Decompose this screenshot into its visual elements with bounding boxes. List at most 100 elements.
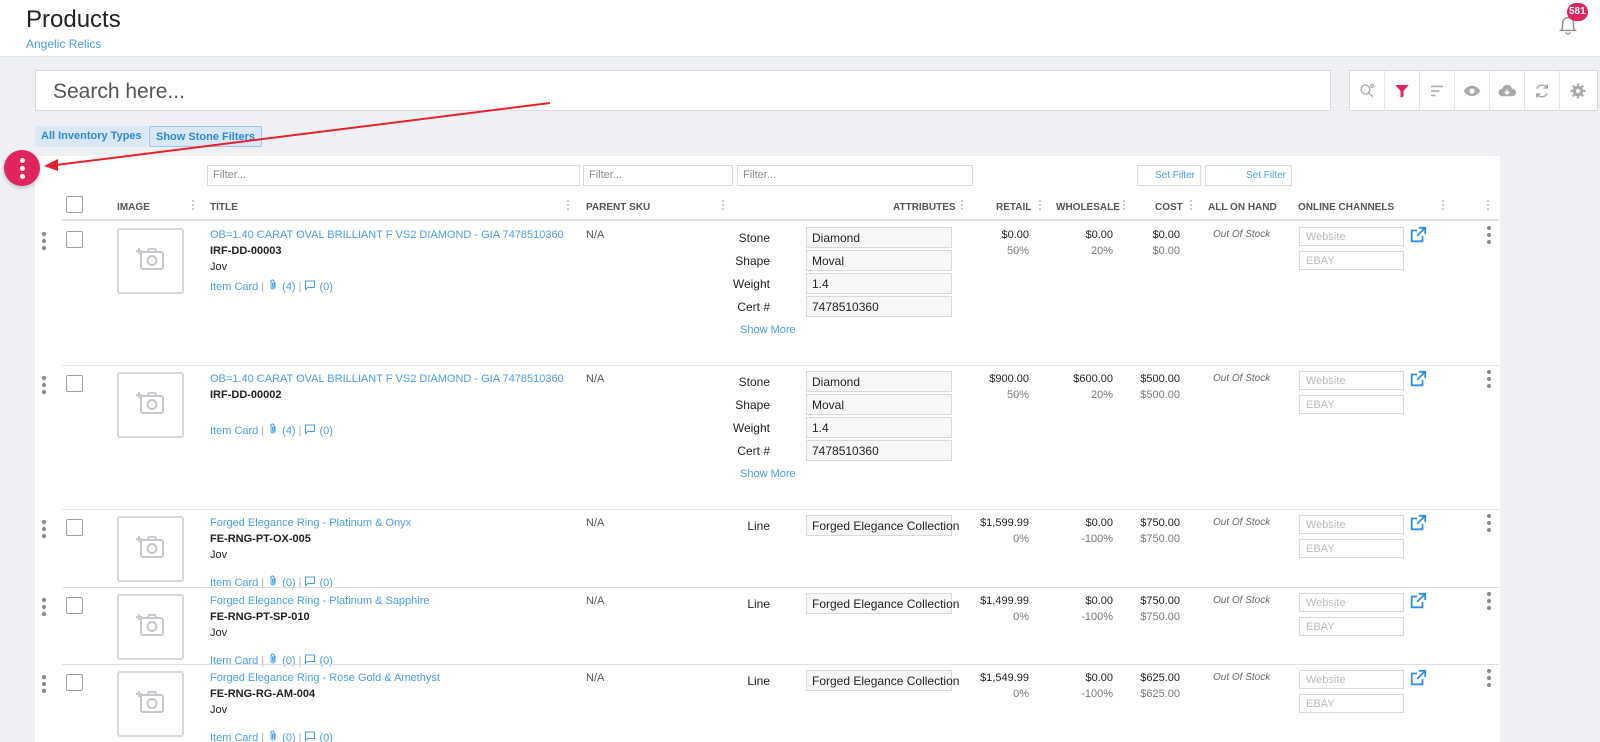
image-placeholder[interactable] bbox=[117, 671, 184, 737]
title-filter-input[interactable]: Filter... bbox=[207, 165, 580, 186]
show-stone-filters-button[interactable]: Show Stone Filters bbox=[149, 126, 263, 147]
external-link-icon[interactable] bbox=[1409, 370, 1427, 388]
row-drag-handle[interactable] bbox=[42, 598, 46, 619]
product-title-link[interactable]: Forged Elegance Ring - Platinum & Sapphi… bbox=[210, 595, 430, 607]
image-placeholder[interactable] bbox=[117, 228, 184, 294]
comment-icon[interactable] bbox=[304, 279, 316, 294]
comments-count[interactable]: (0) bbox=[319, 732, 332, 742]
column-header-parent-sku[interactable]: PARENT SKU bbox=[586, 202, 650, 213]
product-title-link[interactable]: OB=1.40 CARAT OVAL BRILLIANT F VS2 DIAMO… bbox=[210, 229, 564, 241]
website-channel-field[interactable]: Website bbox=[1299, 227, 1404, 246]
wholesale-margin: 20% bbox=[1090, 245, 1113, 257]
attachments-count[interactable]: (0) bbox=[282, 732, 295, 742]
row-menu-button[interactable] bbox=[1487, 669, 1491, 690]
comment-icon[interactable] bbox=[304, 730, 316, 742]
image-placeholder[interactable] bbox=[117, 372, 184, 438]
website-channel-field[interactable]: Website bbox=[1299, 670, 1404, 689]
parent-sku-filter-input[interactable]: Filter... bbox=[583, 165, 733, 186]
column-resize-handle[interactable] bbox=[1123, 199, 1126, 214]
row-checkbox[interactable] bbox=[66, 375, 83, 392]
column-header-wholesale[interactable]: WHOLESALE bbox=[1056, 202, 1120, 213]
ebay-channel-field[interactable]: EBAY bbox=[1299, 395, 1404, 414]
row-drag-handle[interactable] bbox=[42, 232, 46, 253]
on-hand-set-filter-button[interactable]: Set Filter bbox=[1205, 165, 1292, 186]
column-header-cost[interactable]: COST bbox=[1155, 202, 1183, 213]
select-all-checkbox[interactable] bbox=[66, 196, 83, 213]
website-channel-field[interactable]: Website bbox=[1299, 371, 1404, 390]
search-settings-icon[interactable] bbox=[1350, 71, 1385, 110]
comment-icon[interactable] bbox=[304, 653, 316, 668]
row-menu-button[interactable] bbox=[1487, 514, 1491, 535]
product-title-link[interactable]: Forged Elegance Ring - Platinum & Onyx bbox=[210, 517, 411, 529]
wholesale-price: $600.00 bbox=[1073, 373, 1113, 385]
external-link-icon[interactable] bbox=[1409, 669, 1427, 687]
column-resize-handle[interactable] bbox=[1190, 199, 1193, 214]
external-link-icon[interactable] bbox=[1409, 514, 1427, 532]
comments-count[interactable]: (0) bbox=[319, 425, 332, 437]
column-header-image[interactable]: IMAGE bbox=[117, 202, 150, 213]
item-card-link[interactable]: Item Card bbox=[210, 732, 258, 742]
ebay-channel-field[interactable]: EBAY bbox=[1299, 251, 1404, 270]
column-resize-handle[interactable] bbox=[1487, 199, 1490, 214]
paperclip-icon[interactable] bbox=[267, 423, 279, 438]
sort-icon[interactable] bbox=[1420, 71, 1455, 110]
row-actions-menu-button[interactable] bbox=[4, 150, 40, 186]
paperclip-icon[interactable] bbox=[267, 653, 279, 668]
product-title-link[interactable]: OB=1.40 CARAT OVAL BRILLIANT F VS2 DIAMO… bbox=[210, 373, 564, 385]
attachments-count[interactable]: (4) bbox=[282, 281, 295, 293]
search-input[interactable]: Search here... bbox=[35, 70, 1331, 111]
cost-value: $500.00 bbox=[1140, 389, 1180, 401]
row-drag-handle[interactable] bbox=[42, 520, 46, 541]
show-more-link[interactable]: Show More bbox=[740, 324, 796, 336]
column-resize-handle[interactable] bbox=[1039, 199, 1042, 214]
store-name-link[interactable]: Angelic Relics bbox=[26, 37, 101, 51]
row-menu-button[interactable] bbox=[1487, 226, 1491, 247]
filter-icon[interactable] bbox=[1385, 71, 1420, 110]
row-drag-handle[interactable] bbox=[42, 376, 46, 397]
paperclip-icon[interactable] bbox=[267, 730, 279, 742]
show-more-link[interactable]: Show More bbox=[740, 468, 796, 480]
row-checkbox[interactable] bbox=[66, 231, 83, 248]
parent-sku: N/A bbox=[586, 595, 605, 607]
row-menu-button[interactable] bbox=[1487, 592, 1491, 613]
website-channel-field[interactable]: Website bbox=[1299, 515, 1404, 534]
paperclip-icon[interactable] bbox=[267, 279, 279, 294]
column-resize-handle[interactable] bbox=[1442, 199, 1445, 214]
column-resize-handle[interactable] bbox=[961, 199, 964, 214]
gear-icon[interactable] bbox=[1560, 71, 1595, 110]
attributes-filter-input[interactable]: Filter... bbox=[737, 165, 973, 186]
row-drag-handle[interactable] bbox=[42, 675, 46, 696]
ebay-channel-field[interactable]: EBAY bbox=[1299, 617, 1404, 636]
website-channel-field[interactable]: Website bbox=[1299, 593, 1404, 612]
row-menu-button[interactable] bbox=[1487, 370, 1491, 391]
eye-icon[interactable] bbox=[1455, 71, 1490, 110]
cost-set-filter-button[interactable]: Set Filter bbox=[1137, 165, 1201, 186]
column-resize-handle[interactable] bbox=[567, 199, 570, 214]
column-header-title[interactable]: TITLE bbox=[210, 202, 238, 213]
column-header-retail[interactable]: RETAIL bbox=[996, 202, 1031, 213]
row-checkbox[interactable] bbox=[66, 519, 83, 536]
item-card-link[interactable]: Item Card bbox=[210, 425, 258, 437]
comments-count[interactable]: (0) bbox=[319, 281, 332, 293]
row-checkbox[interactable] bbox=[66, 674, 83, 691]
column-resize-handle[interactable] bbox=[192, 199, 195, 214]
image-placeholder[interactable] bbox=[117, 516, 184, 582]
ebay-channel-field[interactable]: EBAY bbox=[1299, 694, 1404, 713]
column-header-online-channels[interactable]: ONLINE CHANNELS bbox=[1298, 202, 1394, 213]
column-header-attributes[interactable]: ATTRIBUTES bbox=[893, 202, 956, 213]
cloud-download-icon[interactable] bbox=[1490, 71, 1525, 110]
external-link-icon[interactable] bbox=[1409, 592, 1427, 610]
ebay-channel-field[interactable]: EBAY bbox=[1299, 539, 1404, 558]
image-placeholder[interactable] bbox=[117, 594, 184, 660]
column-header-all-on-hand[interactable]: ALL ON HAND bbox=[1208, 202, 1277, 213]
refresh-icon[interactable] bbox=[1525, 71, 1560, 110]
attachments-count[interactable]: (4) bbox=[282, 425, 295, 437]
column-resize-handle[interactable] bbox=[722, 199, 725, 214]
inventory-types-button[interactable]: All Inventory Types bbox=[35, 126, 148, 147]
item-card-link[interactable]: Item Card bbox=[210, 281, 258, 293]
row-checkbox[interactable] bbox=[66, 597, 83, 614]
stock-status: Out Of Stock bbox=[1213, 672, 1271, 683]
external-link-icon[interactable] bbox=[1409, 226, 1427, 244]
comment-icon[interactable] bbox=[304, 423, 316, 438]
product-title-link[interactable]: Forged Elegance Ring - Rose Gold & Ameth… bbox=[210, 672, 440, 684]
